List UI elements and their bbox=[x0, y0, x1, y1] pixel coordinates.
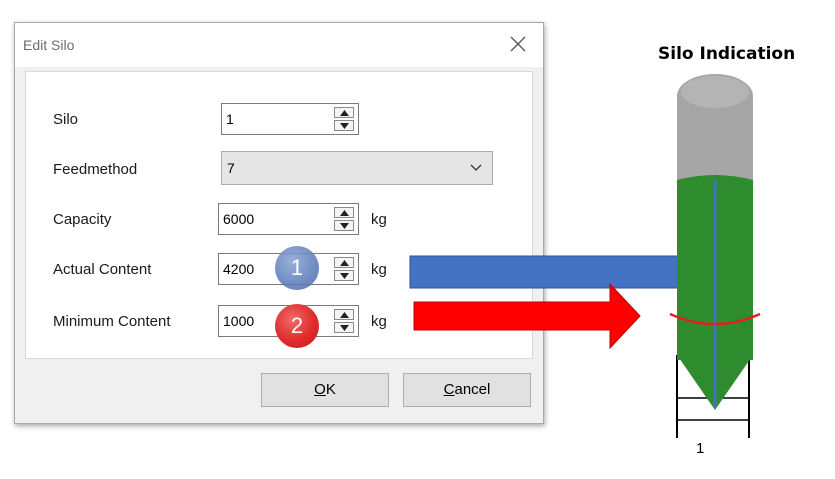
silo-number: 1 bbox=[696, 440, 705, 457]
silo-indication-title: Silo Indication bbox=[658, 44, 796, 64]
marker-1: 1 bbox=[275, 246, 319, 290]
marker-2-text: 2 bbox=[290, 313, 304, 338]
minimum-content-arrow bbox=[413, 282, 641, 350]
marker-1-text: 1 bbox=[290, 255, 304, 280]
silo-roof-highlight bbox=[681, 76, 749, 108]
actual-content-arrow bbox=[409, 244, 713, 300]
marker-2: 2 bbox=[275, 304, 319, 348]
silo-illustration bbox=[409, 74, 761, 438]
screenshot-canvas: Edit Silo Silo 1 Feedmethod 7 Capacity 6… bbox=[0, 0, 835, 479]
